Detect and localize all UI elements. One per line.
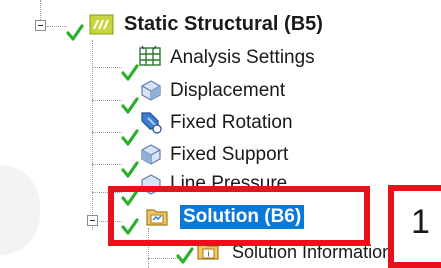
tree-node-analysis-settings[interactable]: Analysis Settings <box>170 46 315 70</box>
collapse-toggle[interactable] <box>87 215 98 226</box>
background-watermark <box>0 165 40 255</box>
tree-connector <box>92 164 122 165</box>
fixed-support-icon <box>141 144 161 165</box>
check-icon <box>121 97 139 114</box>
analysis-settings-icon <box>139 45 161 66</box>
displacement-icon <box>141 80 161 101</box>
check-icon <box>121 161 139 178</box>
highlight-box <box>108 186 370 246</box>
tree-node-static-structural[interactable]: Static Structural (B5) <box>124 12 323 36</box>
outline-tree: Static Structural (B5) Analysis Settings… <box>0 0 441 268</box>
tree-connector <box>92 40 93 230</box>
tree-connector <box>92 132 122 133</box>
fixed-rotation-icon <box>141 112 162 134</box>
tree-connector <box>47 26 67 27</box>
check-icon <box>176 247 194 264</box>
check-icon <box>121 129 139 146</box>
static-structural-icon <box>89 14 114 35</box>
check-icon <box>66 24 84 41</box>
tree-node-fixed-rotation[interactable]: Fixed Rotation <box>170 111 293 135</box>
svg-text:i: i <box>208 250 210 259</box>
tree-node-displacement[interactable]: Displacement <box>170 79 285 103</box>
tree-node-fixed-support[interactable]: Fixed Support <box>170 143 288 167</box>
callout-number: 1 <box>411 203 430 241</box>
collapse-toggle[interactable] <box>35 20 46 31</box>
tree-connector <box>148 258 178 259</box>
tree-connector <box>92 67 122 68</box>
tree-connector <box>92 100 122 101</box>
check-icon <box>121 64 139 81</box>
